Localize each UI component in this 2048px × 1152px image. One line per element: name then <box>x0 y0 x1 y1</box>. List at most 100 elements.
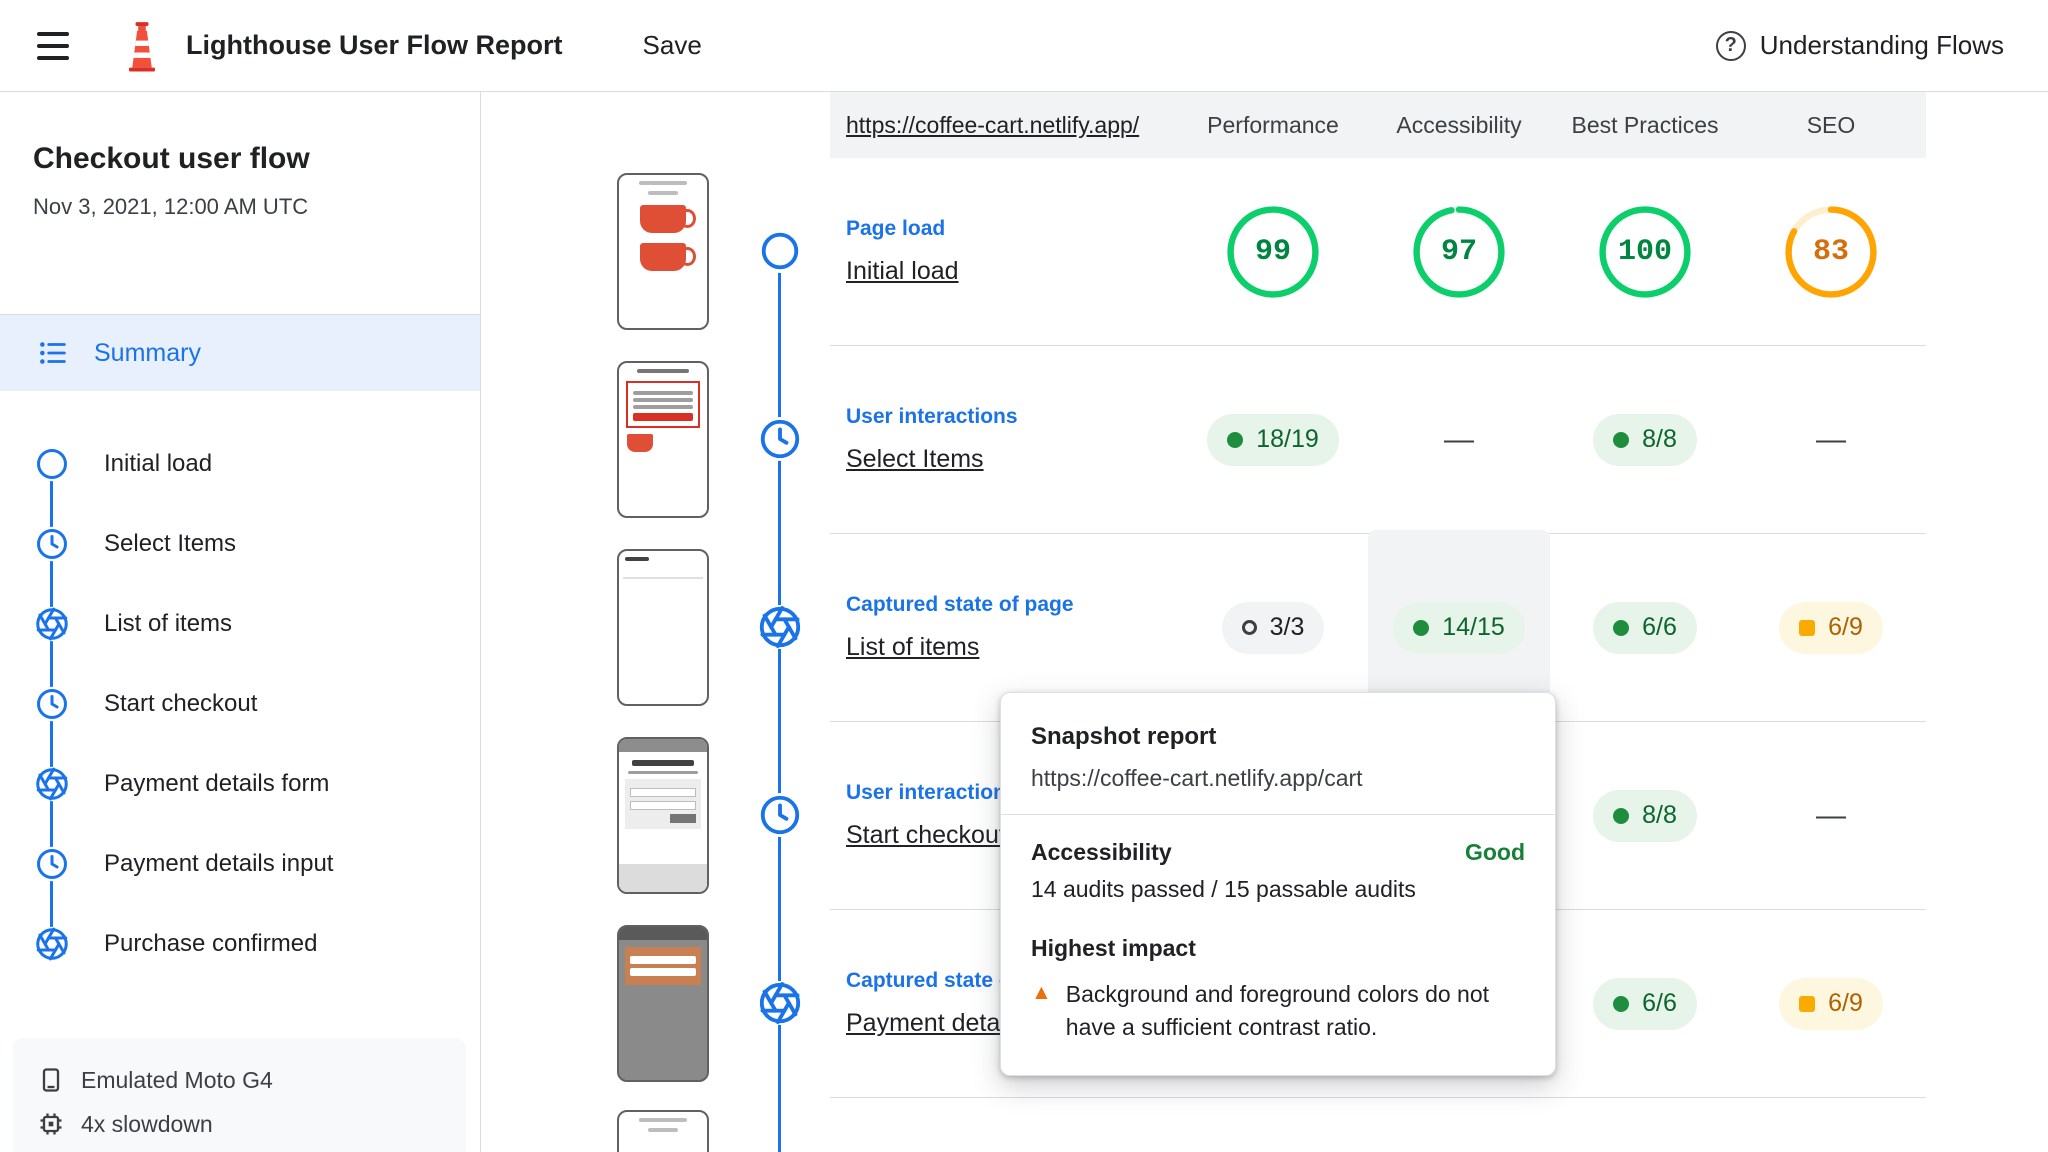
coffee-cup-graphic <box>627 434 653 452</box>
audit-cell-best-practices: 6/6 <box>1552 977 1738 1030</box>
timespan-clock-icon <box>34 846 70 882</box>
not-applicable-dash: — <box>1444 422 1474 456</box>
tooltip-rating: Good <box>1464 839 1525 865</box>
audit-cell-accessibility-hovered: 14/15 <box>1366 529 1552 726</box>
audit-cell-best-practices: 8/8 <box>1552 413 1738 466</box>
score-cell-seo: 83 <box>1738 204 1924 300</box>
snapshot-aperture-icon <box>757 604 803 650</box>
score-cell-best-practices: 100 <box>1552 204 1738 300</box>
column-header-accessibility: Accessibility <box>1396 111 1522 138</box>
device-row: Emulated Moto G4 <box>37 1058 442 1102</box>
pass-dot-icon <box>1413 619 1430 636</box>
audit-cell-best-practices: 8/8 <box>1552 789 1738 842</box>
step-list: Initial load Select Items List of items <box>0 424 480 984</box>
summary-list-icon <box>40 342 66 364</box>
audit-chip[interactable]: 6/6 <box>1593 977 1697 1030</box>
audit-cell-seo: 6/9 <box>1738 601 1924 654</box>
thumbnail-payment-details-input <box>617 925 709 1082</box>
audit-chip[interactable]: 3/3 <box>1221 601 1325 654</box>
row-label: User interactions Select Items <box>846 405 1018 473</box>
tooltip-body: Accessibility Good 14 audits passed / 15… <box>1001 815 1555 1075</box>
thumbnail-initial-load <box>617 173 709 330</box>
tooltip-header: Snapshot report https://coffee-cart.netl… <box>1001 693 1555 814</box>
menu-icon[interactable] <box>30 23 76 69</box>
sidebar-item-summary[interactable]: Summary <box>0 315 480 391</box>
sidebar-item-start-checkout[interactable]: Start checkout <box>0 664 480 744</box>
audit-cell-seo: 6/9 <box>1738 977 1924 1030</box>
site-url-link[interactable]: https://coffee-cart.netlify.app/ <box>830 112 1180 139</box>
sidebar-item-payment-details-form[interactable]: Payment details form <box>0 744 480 824</box>
score-cell-performance: 99 <box>1180 204 1366 300</box>
sidebar-item-list-of-items[interactable]: List of items <box>0 584 480 664</box>
step-link-initial-load[interactable]: Initial load <box>846 257 959 285</box>
navigation-circle-icon <box>757 228 803 274</box>
row-label: Page load Initial load <box>846 217 959 285</box>
audit-cell-performance: 3/3 <box>1180 601 1366 654</box>
audit-chip[interactable]: 14/15 <box>1393 601 1525 654</box>
top-bar: Lighthouse User Flow Report Save ? Under… <box>0 0 2048 92</box>
score-gauge[interactable]: 97 <box>1411 204 1507 300</box>
step-link-list-of-items[interactable]: List of items <box>846 633 979 661</box>
snapshot-aperture-icon <box>34 606 70 642</box>
thumbnail-payment-details-form <box>617 737 709 894</box>
audit-chip[interactable]: 6/9 <box>1779 977 1883 1030</box>
lighthouse-logo-icon <box>129 21 155 71</box>
sidebar-item-select-items[interactable]: Select Items <box>0 504 480 584</box>
lighthouse-report-app: Lighthouse User Flow Report Save ? Under… <box>0 0 2048 1152</box>
coffee-cup-graphic <box>640 205 696 233</box>
pass-dot-icon <box>1613 619 1630 636</box>
score-gauge[interactable]: 100 <box>1597 204 1693 300</box>
device-info-panel: Emulated Moto G4 4x slowdown <box>13 1038 466 1152</box>
not-applicable-dash: — <box>1816 422 1846 456</box>
score-gauge[interactable]: 99 <box>1225 204 1321 300</box>
thumbnail-purchase-confirmed <box>617 1110 709 1152</box>
timespan-clock-icon <box>757 792 803 838</box>
audit-cell-best-practices: 6/6 <box>1552 601 1738 654</box>
navigation-circle-icon <box>34 446 70 482</box>
audit-chip[interactable]: 8/8 <box>1593 413 1697 466</box>
audit-chip[interactable]: 6/9 <box>1779 601 1883 654</box>
audit-chip[interactable]: 8/8 <box>1593 789 1697 842</box>
step-link-select-items[interactable]: Select Items <box>846 445 984 473</box>
table-row-select-items: User interactions Select Items 18/19 — 8… <box>830 346 1926 534</box>
phone-icon <box>42 1068 60 1092</box>
help-label: Understanding Flows <box>1759 30 2004 60</box>
audit-cell-accessibility: — <box>1366 423 1552 457</box>
warning-triangle-icon: ▲ <box>1031 981 1052 1004</box>
audit-chip[interactable]: 18/19 <box>1207 413 1339 466</box>
column-header-performance: Performance <box>1207 111 1339 138</box>
table-row-initial-load: Page load Initial load 99 97 100 83 <box>830 158 1926 346</box>
app-title: Lighthouse User Flow Report <box>186 30 563 60</box>
timespan-clock-icon <box>757 416 803 462</box>
coffee-cup-graphic <box>640 243 696 271</box>
tooltip-category-label: Accessibility <box>1031 839 1172 865</box>
snapshot-report-tooltip: Snapshot report https://coffee-cart.netl… <box>1000 692 1556 1077</box>
tooltip-impact-text: Background and foreground colors do not … <box>1065 981 1490 1040</box>
save-button[interactable]: Save <box>643 30 702 61</box>
audit-cell-seo: — <box>1738 423 1924 457</box>
pass-dot-icon <box>1227 431 1244 448</box>
neutral-ring-icon <box>1241 620 1257 635</box>
snapshot-aperture-icon <box>757 980 803 1026</box>
pass-dot-icon <box>1613 431 1630 448</box>
table-header-row: https://coffee-cart.netlify.app/ Perform… <box>830 92 1926 158</box>
understanding-flows-link[interactable]: ? Understanding Flows <box>1715 30 2004 61</box>
snapshot-aperture-icon <box>34 926 70 962</box>
summary-label: Summary <box>94 338 201 367</box>
cpu-icon <box>40 1113 62 1135</box>
audit-chip[interactable]: 6/6 <box>1593 601 1697 654</box>
sidebar-item-payment-details-input[interactable]: Payment details input <box>0 824 480 904</box>
column-header-best-practices: Best Practices <box>1571 111 1719 138</box>
sidebar-item-purchase-confirmed[interactable]: Purchase confirmed <box>0 904 480 984</box>
score-gauge[interactable]: 83 <box>1783 204 1879 300</box>
pass-dot-icon <box>1613 807 1630 824</box>
step-link-start-checkout[interactable]: Start checkout <box>846 821 1006 849</box>
cart-popup-graphic <box>626 381 700 428</box>
tooltip-impact-title: Highest impact <box>1031 935 1196 961</box>
timespan-clock-icon <box>34 526 70 562</box>
not-applicable-dash: — <box>1816 798 1846 832</box>
column-header-seo: SEO <box>1806 111 1856 138</box>
sidebar: Checkout user flow Nov 3, 2021, 12:00 AM… <box>0 92 481 1152</box>
sidebar-item-initial-load[interactable]: Initial load <box>0 424 480 504</box>
row-label: Captured state of page List of items <box>846 593 1074 661</box>
